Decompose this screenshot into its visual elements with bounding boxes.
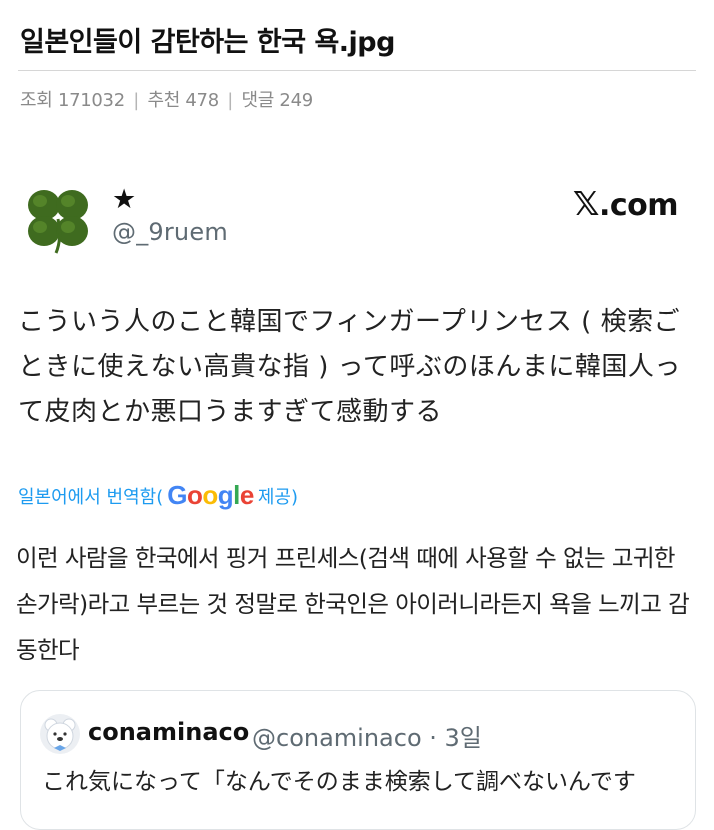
quote-handle-time[interactable]: @conaminaco · 3일 <box>252 718 482 753</box>
tweet-text: こういう人のこと韓国でフィンガープリンセス ( 検索ごときに使えない高貴な指 )… <box>18 307 681 427</box>
google-logo-letter: G <box>167 480 187 510</box>
x-domain-label: .com <box>598 188 679 223</box>
view-count: 조회 171032 <box>20 90 125 111</box>
quoted-tweet-card[interactable] <box>20 690 696 830</box>
translated-text: 이런 사람을 한국에서 핑거 프린세스(검색 때에 사용할 수 없는 고귀한 손… <box>16 544 690 664</box>
google-logo-letter: o <box>202 480 218 510</box>
translation-suffix: 제공) <box>257 486 298 508</box>
google-logo: Google <box>167 480 254 511</box>
google-logo-letter: e <box>239 480 254 510</box>
google-logo-letter: o <box>186 480 203 510</box>
meta-separator: | <box>133 90 140 111</box>
x-icon: 𝕏 <box>572 184 600 223</box>
quote-text: これ気になって「なんでそのまま検索して調べないんです <box>42 769 636 795</box>
tweet-handle[interactable]: @_9ruem <box>112 218 228 246</box>
bear-avatar-icon[interactable] <box>40 714 80 754</box>
tweet-display-name[interactable]: ★ <box>112 184 136 215</box>
post-title: 일본인들이 감탄하는 한국 욕.jpg <box>20 27 395 58</box>
recommend-count: 추천 478 <box>147 90 219 111</box>
four-leaf-clover-icon[interactable] <box>22 183 94 255</box>
quote-display-name[interactable]: conaminaco <box>88 718 249 746</box>
comment-count: 댓글 249 <box>241 90 313 111</box>
translation-prefix: 일본어에서 번역함( <box>18 486 164 508</box>
meta-separator: | <box>227 90 234 111</box>
title-divider <box>18 70 696 71</box>
post-meta: 조회 171032 | 추천 478 | 댓글 249 <box>20 86 313 112</box>
translation-notice[interactable]: 일본어에서 번역함( Google 제공) <box>18 480 298 511</box>
x-logo[interactable]: 𝕏.com <box>572 184 679 223</box>
google-logo-letter: g <box>217 480 234 510</box>
google-logo-letter: l <box>233 480 240 510</box>
